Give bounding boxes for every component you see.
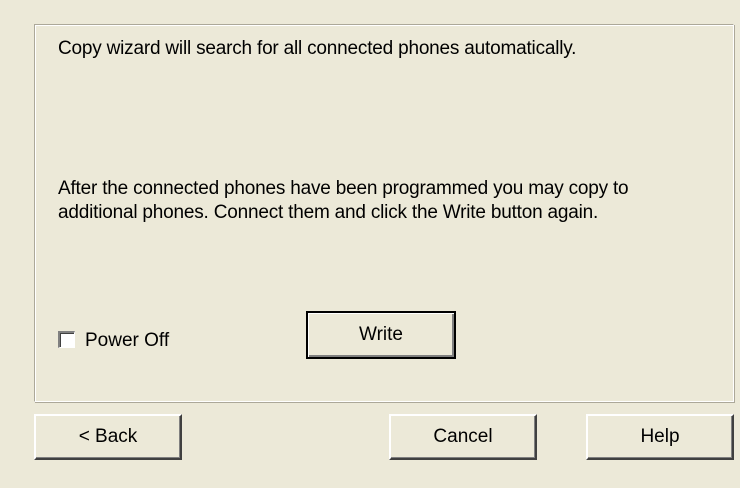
copy-wizard-dialog: Copy wizard will search for all connecte… [0,0,740,488]
cancel-button[interactable]: Cancel [389,414,537,460]
help-button[interactable]: Help [586,414,734,460]
write-button[interactable]: Write [306,311,456,359]
power-off-checkbox[interactable] [58,331,75,348]
back-button[interactable]: < Back [34,414,182,460]
power-off-label[interactable]: Power Off [85,329,169,353]
additional-phones-text: After the connected phones have been pro… [58,178,629,223]
search-info-text: Copy wizard will search for all connecte… [58,38,577,59]
